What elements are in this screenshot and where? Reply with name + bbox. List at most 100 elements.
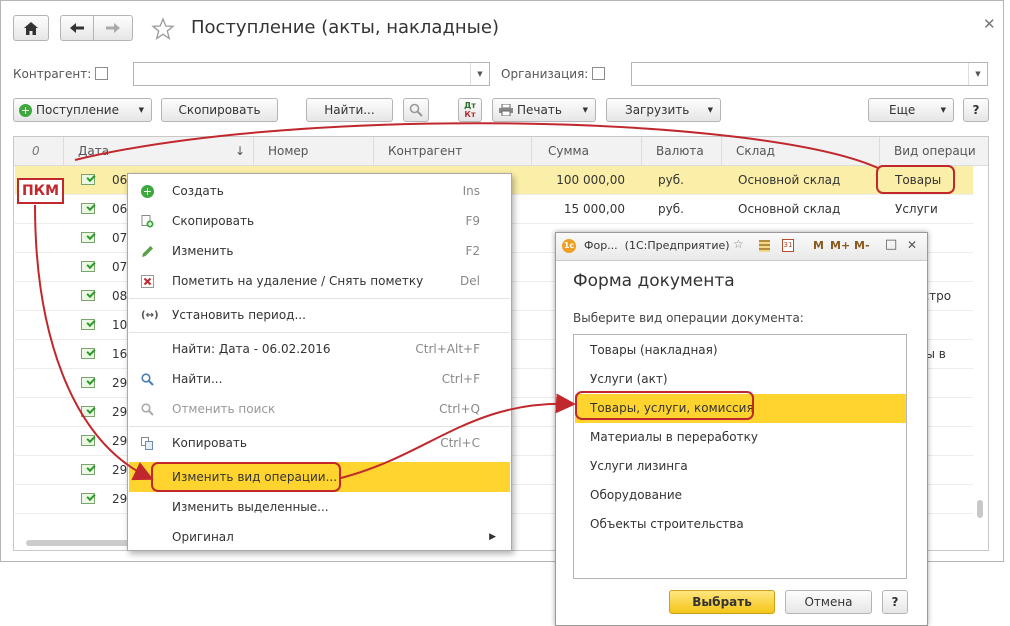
cell-warehouse: Основной склад bbox=[738, 202, 841, 216]
posted-document-icon bbox=[81, 406, 95, 417]
operation-option[interactable]: Материалы в переработку bbox=[575, 423, 906, 452]
counterparty-checkbox[interactable] bbox=[95, 67, 108, 80]
memory-plus-button[interactable]: M+ bbox=[830, 239, 850, 252]
print-button[interactable]: Печать ▼ bbox=[492, 98, 596, 122]
highlight-operation-cell bbox=[876, 165, 955, 194]
operation-list[interactable]: Товары (накладная) Услуги (акт) Товары, ус… bbox=[573, 334, 907, 579]
more-button[interactable]: Еще ▼ bbox=[868, 98, 954, 122]
close-icon[interactable]: ✕ bbox=[983, 15, 996, 33]
forward-button[interactable] bbox=[93, 15, 133, 41]
column-date[interactable]: Дата ↓ bbox=[64, 137, 254, 165]
menu-item-cancel-search[interactable]: Отменить поиск Ctrl+Q bbox=[129, 394, 510, 424]
cancel-button[interactable]: Отмена bbox=[785, 590, 872, 614]
organization-checkbox[interactable] bbox=[592, 67, 605, 80]
calendar-icon[interactable]: 31 bbox=[782, 239, 794, 252]
menu-item-find-by-date[interactable]: Найти: Дата - 06.02.2016 Ctrl+Alt+F bbox=[129, 334, 510, 364]
copy-icon bbox=[141, 437, 154, 450]
load-button[interactable]: Загрузить ▼ bbox=[606, 98, 721, 122]
menu-item-copy[interactable]: Копировать Ctrl+C bbox=[129, 428, 510, 458]
vertical-scrollbar[interactable] bbox=[977, 500, 983, 518]
operation-option-label: Услуги (акт) bbox=[590, 372, 668, 386]
dialog-titlebar: 1с Фор... (1С:Предприятие) ☆ 31 M M+ M- … bbox=[556, 233, 927, 261]
help-button[interactable]: ? bbox=[963, 98, 989, 122]
plus-circle-icon: + bbox=[141, 185, 154, 198]
menu-separator bbox=[129, 332, 510, 333]
chevron-down-icon[interactable]: ▼ bbox=[968, 63, 987, 85]
memory-minus-button[interactable]: M- bbox=[854, 239, 870, 252]
operation-option-label: Объекты строительства bbox=[590, 517, 744, 531]
choose-button[interactable]: Выбрать bbox=[669, 590, 775, 614]
copy-button[interactable]: Скопировать bbox=[161, 98, 278, 122]
restore-icon[interactable]: □ bbox=[885, 237, 897, 252]
posted-document-icon bbox=[81, 348, 95, 359]
cancel-search-icon bbox=[141, 403, 154, 416]
cancel-search-icon bbox=[409, 103, 423, 117]
column-counterparty[interactable]: Контрагент bbox=[374, 137, 532, 165]
posted-document-icon bbox=[81, 174, 95, 185]
dialog-prompt: Выберите вид операции документа: bbox=[573, 311, 804, 325]
counterparty-field[interactable]: ▼ bbox=[133, 62, 490, 86]
menu-item-set-period[interactable]: (↔) Установить период... bbox=[129, 300, 510, 330]
menu-item-find[interactable]: Найти... Ctrl+F bbox=[129, 364, 510, 394]
period-icon: (↔) bbox=[141, 310, 159, 321]
dialog-help-button[interactable]: ? bbox=[882, 590, 908, 614]
posted-document-icon bbox=[81, 203, 95, 214]
chevron-down-icon: ▼ bbox=[940, 106, 946, 114]
column-currency[interactable]: Валюта bbox=[642, 137, 722, 165]
home-button[interactable] bbox=[13, 15, 49, 41]
operation-option[interactable]: Объекты строительства bbox=[575, 510, 906, 539]
find-button[interactable]: Найти... bbox=[306, 98, 393, 122]
menu-item-copy-document[interactable]: Скопировать F9 bbox=[129, 206, 510, 236]
menu-separator bbox=[129, 298, 510, 299]
posted-document-icon bbox=[81, 377, 95, 388]
cell-warehouse: Основной склад bbox=[738, 173, 841, 187]
submenu-arrow-icon: ▶ bbox=[489, 532, 496, 542]
column-sum[interactable]: Сумма bbox=[532, 137, 642, 165]
paperclip-icon: 0 bbox=[32, 144, 40, 158]
printer-icon bbox=[499, 104, 513, 116]
cell-currency: руб. bbox=[658, 173, 684, 187]
menu-item-change-selected[interactable]: Изменить выделенные... bbox=[129, 492, 510, 522]
menu-item-edit[interactable]: Изменить F2 bbox=[129, 236, 510, 266]
star-icon[interactable] bbox=[151, 17, 175, 41]
cell-sum: 100 000,00 bbox=[556, 173, 625, 187]
arrow-left-icon bbox=[70, 23, 84, 33]
home-icon bbox=[24, 21, 38, 35]
column-date-label: Дата bbox=[78, 144, 110, 158]
column-attachment[interactable]: 0 bbox=[14, 137, 64, 165]
arrow-right-icon bbox=[106, 23, 120, 33]
highlight-selected-option bbox=[575, 391, 754, 420]
menu-item-create[interactable]: + Создать Ins bbox=[129, 176, 510, 206]
column-number[interactable]: Номер bbox=[254, 137, 374, 165]
create-receipt-button[interactable]: + Поступление ▼ bbox=[13, 98, 152, 122]
back-button[interactable] bbox=[60, 15, 94, 41]
cancel-search-button[interactable] bbox=[403, 98, 429, 122]
context-menu: + Создать Ins Скопировать F9 Изменить F2… bbox=[127, 173, 512, 551]
organization-field[interactable]: ▼ bbox=[631, 62, 988, 86]
operation-option[interactable]: Товары (накладная) bbox=[575, 336, 906, 365]
pkm-label: ПКМ bbox=[21, 183, 60, 199]
operation-option-label: Товары (накладная) bbox=[590, 343, 718, 357]
chevron-down-icon: ▼ bbox=[138, 106, 144, 114]
menu-separator bbox=[129, 426, 510, 427]
menu-item-mark-delete[interactable]: Пометить на удаление / Снять пометку Del bbox=[129, 266, 510, 296]
copy-document-icon bbox=[141, 215, 154, 228]
column-operation[interactable]: Вид операци bbox=[880, 137, 988, 165]
close-icon[interactable]: ✕ bbox=[907, 238, 917, 252]
chevron-down-icon: ▼ bbox=[707, 106, 713, 114]
calculator-icon[interactable] bbox=[759, 240, 770, 252]
document-form-dialog: 1с Фор... (1С:Предприятие) ☆ 31 M M+ M- … bbox=[555, 232, 928, 626]
chevron-down-icon[interactable]: ▼ bbox=[470, 63, 489, 85]
favorite-icon[interactable]: ☆ bbox=[733, 237, 744, 251]
menu-item-original[interactable]: Оригинал ▶ bbox=[129, 522, 510, 552]
app-logo-icon: 1с bbox=[562, 239, 576, 253]
operation-option[interactable]: Услуги лизинга bbox=[575, 452, 906, 481]
memory-m-button[interactable]: M bbox=[813, 239, 824, 252]
operation-option[interactable]: Услуги (акт) bbox=[575, 365, 906, 394]
dialog-heading: Форма документа bbox=[573, 271, 735, 291]
chevron-down-icon: ▼ bbox=[582, 106, 588, 114]
column-warehouse[interactable]: Склад bbox=[722, 137, 880, 165]
operation-option[interactable]: Оборудование bbox=[575, 481, 906, 510]
dt-kt-button[interactable]: Дт Кт bbox=[458, 98, 482, 122]
pencil-icon bbox=[141, 245, 154, 258]
